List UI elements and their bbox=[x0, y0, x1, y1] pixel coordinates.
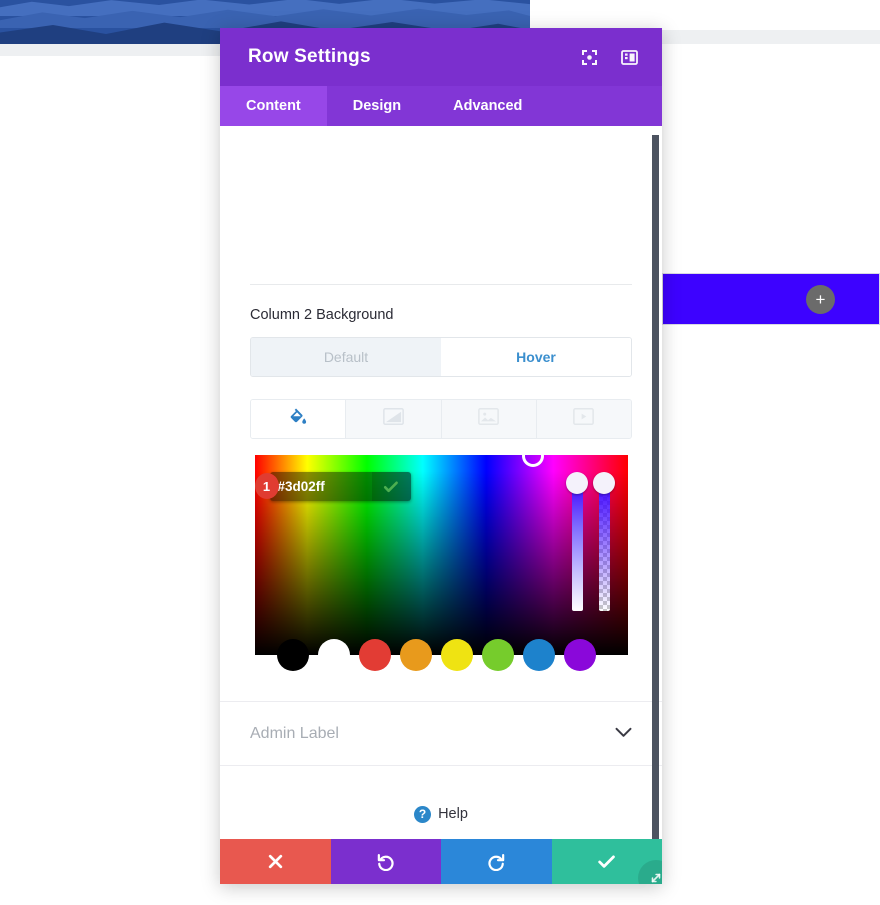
color-picker[interactable]: 1 bbox=[254, 445, 628, 671]
section-label: Column 2 Background bbox=[250, 307, 394, 323]
modal-scrollbar[interactable] bbox=[652, 135, 659, 839]
tab-content[interactable]: Content bbox=[220, 86, 327, 126]
background-color-icon bbox=[289, 407, 308, 431]
tab-advanced[interactable]: Advanced bbox=[427, 86, 548, 126]
column-2-background-section: Column 2 Background Default Hover bbox=[220, 285, 662, 439]
hex-input-group bbox=[269, 472, 411, 501]
swatch-black[interactable] bbox=[276, 639, 309, 671]
help-question-icon: ? bbox=[414, 805, 432, 823]
state-toggle-hover[interactable]: Hover bbox=[441, 338, 631, 376]
swatch-yellow[interactable] bbox=[440, 639, 473, 671]
add-row-button[interactable]: + bbox=[806, 285, 835, 314]
admin-label-row[interactable]: Admin Label bbox=[220, 701, 662, 766]
modal-header: Row Settings bbox=[220, 28, 662, 86]
alpha-slider[interactable] bbox=[598, 481, 610, 611]
swatch-red[interactable] bbox=[358, 639, 391, 671]
collapsed-settings-area bbox=[220, 126, 662, 284]
background-video-tab[interactable] bbox=[536, 400, 631, 438]
help-label: Help bbox=[438, 806, 468, 822]
background-image-tab[interactable] bbox=[441, 400, 537, 438]
background-gradient-icon bbox=[382, 408, 404, 430]
color-picker-handle[interactable] bbox=[521, 445, 544, 467]
swatch-blue[interactable] bbox=[522, 639, 555, 671]
row-settings-modal: Row Settings Content Design Advanced Col… bbox=[220, 28, 662, 884]
admin-label-text: Admin Label bbox=[250, 724, 339, 742]
state-toggle-group: Default Hover bbox=[250, 337, 632, 377]
modal-body: Column 2 Background Default Hover 1 #3d0… bbox=[220, 126, 662, 839]
hue-slider-knob[interactable] bbox=[565, 472, 588, 494]
help-row[interactable]: ? Help bbox=[220, 766, 662, 839]
swatch-green[interactable] bbox=[481, 639, 514, 671]
hue-slider[interactable] bbox=[571, 481, 583, 611]
background-image-icon bbox=[478, 408, 500, 430]
modal-footer bbox=[220, 839, 662, 884]
swatch-orange[interactable] bbox=[399, 639, 432, 671]
modal-scroll-content: Column 2 Background Default Hover 1 #3d0… bbox=[220, 126, 662, 839]
hex-confirm-button[interactable] bbox=[371, 472, 411, 501]
background-gradient-tab[interactable] bbox=[346, 400, 442, 438]
cancel-button[interactable] bbox=[220, 839, 331, 884]
undo-button[interactable] bbox=[330, 839, 441, 884]
tab-design[interactable]: Design bbox=[327, 86, 427, 126]
plus-icon: + bbox=[815, 290, 826, 309]
backdrop-right-panel bbox=[530, 0, 880, 30]
swatch-purple[interactable] bbox=[563, 639, 596, 671]
fullscreen-preview-icon[interactable] bbox=[574, 42, 604, 72]
swatch-white[interactable] bbox=[317, 639, 350, 671]
page-title: Row Settings bbox=[248, 46, 371, 67]
alpha-slider-knob[interactable] bbox=[592, 472, 615, 494]
step-badge: 1 bbox=[254, 473, 279, 499]
modal-tabs: Content Design Advanced bbox=[220, 86, 662, 126]
layout-panel-icon[interactable] bbox=[614, 42, 644, 72]
redo-button[interactable] bbox=[441, 839, 552, 884]
background-video-icon bbox=[573, 408, 595, 430]
color-swatch-row bbox=[276, 639, 596, 671]
chevron-down-icon bbox=[615, 725, 632, 743]
background-color-tab[interactable] bbox=[251, 400, 347, 438]
column-2-row-bar[interactable] bbox=[662, 273, 880, 325]
hex-color-input[interactable] bbox=[269, 472, 372, 501]
background-type-tabs bbox=[250, 399, 632, 439]
state-toggle-default[interactable]: Default bbox=[251, 338, 441, 376]
